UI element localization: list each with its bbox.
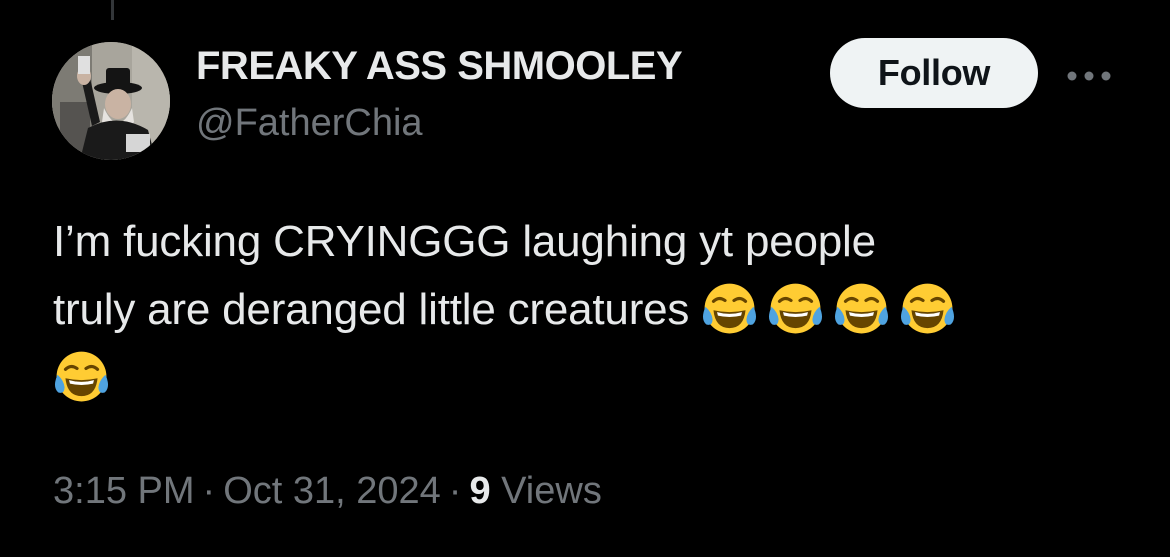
more-options-button[interactable]	[1064, 56, 1114, 96]
tears-of-joy-emoji-icon	[701, 280, 758, 337]
emoji-group	[53, 351, 119, 402]
tweet-metadata: 3:15 PM · Oct 31, 2024 · 9 Views	[53, 468, 602, 514]
tears-of-joy-emoji-icon	[767, 280, 824, 337]
views-label: Views	[501, 470, 602, 512]
views-count: 9	[469, 470, 491, 512]
author-display-name[interactable]: FREAKY ASS SHMOOLEY	[196, 42, 683, 90]
meta-separator: ·	[448, 470, 462, 512]
tears-of-joy-emoji-icon	[833, 280, 890, 337]
tweet-date[interactable]: Oct 31, 2024	[223, 470, 441, 512]
tweet-text-segment: truly are deranged little creatures	[53, 285, 690, 334]
tweet-text: I’m fucking CRYINGGG laughing yt people …	[53, 208, 1123, 412]
author-handle[interactable]: @FatherChia	[196, 100, 682, 146]
avatar-photo	[52, 42, 170, 160]
tears-of-joy-emoji-icon	[899, 280, 956, 337]
tweet-text-line: truly are deranged little creatures	[53, 276, 1123, 344]
thread-connector-line	[111, 0, 114, 20]
tweet-text-line	[53, 344, 1123, 412]
emoji-group	[701, 283, 965, 334]
meta-separator: ·	[202, 470, 216, 512]
follow-button[interactable]: Follow	[830, 38, 1038, 108]
tweet-text-line: I’m fucking CRYINGGG laughing yt people	[53, 217, 876, 266]
author-info: FREAKY ASS SHMOOLEY @FatherChia	[196, 42, 683, 146]
author-avatar[interactable]	[52, 42, 170, 160]
tears-of-joy-emoji-icon	[53, 348, 110, 405]
ellipsis-icon	[1067, 71, 1111, 81]
tweet-time[interactable]: 3:15 PM	[53, 470, 195, 512]
